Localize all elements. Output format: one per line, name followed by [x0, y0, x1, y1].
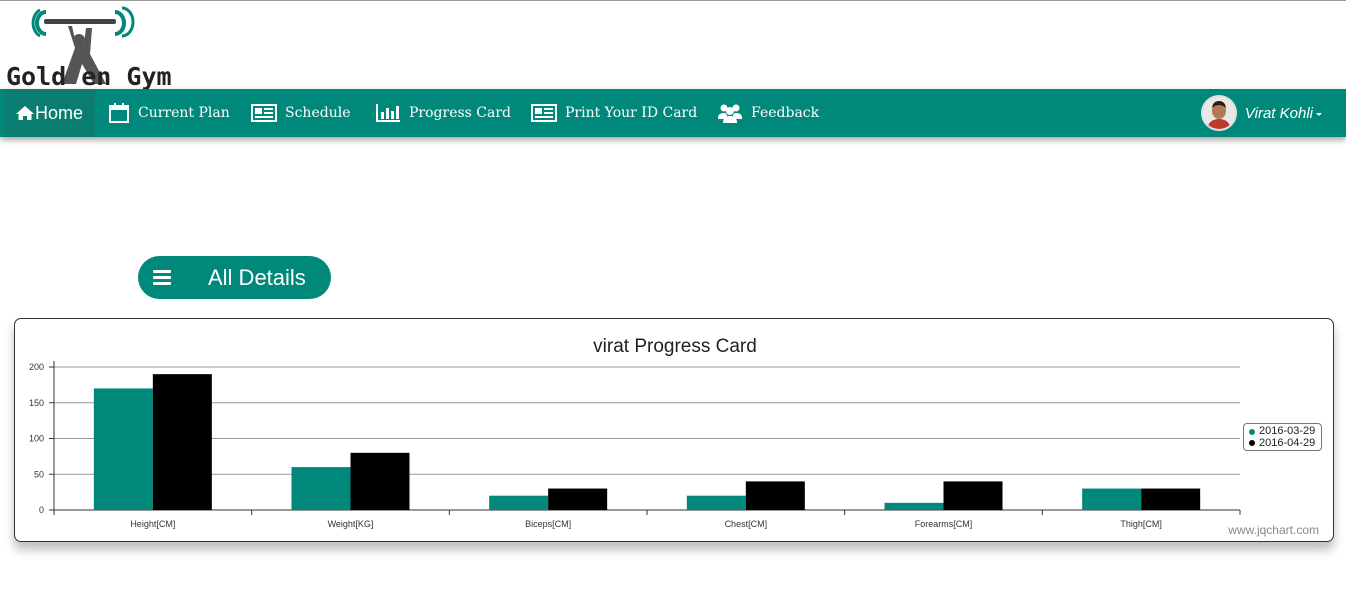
- users-icon: [718, 104, 742, 123]
- bar-2016-03-29-Forearms[CM]: [884, 502, 944, 510]
- all-details-label: All Details: [208, 265, 306, 290]
- home-icon: [16, 106, 34, 120]
- id-card-icon: [531, 104, 557, 122]
- progress-bar-chart: 0 50 100 150 200 Height[CM] Weight[KG] Biceps[C…: [29, 361, 1241, 529]
- nav-feedback[interactable]: Feedback: [717, 89, 819, 137]
- nav-progress-card[interactable]: Progress Card: [375, 89, 511, 137]
- main-navbar: Home Current Plan Schedule Progress Card…: [0, 89, 1346, 137]
- chart-legend: 2016-03-29 2016-04-29: [1243, 423, 1322, 451]
- bar-2016-04-29-Weight[KG]: [350, 452, 410, 510]
- x-tick-label: Chest[CM]: [725, 519, 768, 529]
- legend-marker: [1249, 428, 1255, 435]
- legend-label: 2016-04-29: [1259, 436, 1316, 449]
- nav-progress-card-label: Progress Card: [409, 105, 512, 121]
- nav-print-id-card-label: Print Your ID Card: [565, 105, 698, 121]
- chart-watermark[interactable]: www.jqchart.com: [1228, 523, 1319, 537]
- y-tick-label: 0: [39, 505, 44, 515]
- nav-schedule[interactable]: Schedule: [251, 89, 350, 137]
- bar-2016-03-29-Height[CM]: [93, 388, 153, 510]
- bar-chart-icon: [376, 104, 400, 122]
- menu-icon: [153, 270, 171, 286]
- bar-2016-04-29-Chest[CM]: [745, 481, 805, 510]
- y-tick-label: 100: [29, 434, 44, 444]
- user-name: Virat Kohli: [1244, 104, 1313, 122]
- nav-current-plan[interactable]: Current Plan: [108, 89, 230, 137]
- nav-print-id-card[interactable]: Print Your ID Card: [531, 89, 697, 137]
- top-border: [0, 0, 1346, 1]
- brand-logo[interactable]: Gold en Gym: [2, 4, 212, 91]
- bar-2016-04-29-Height[CM]: [152, 374, 212, 510]
- x-tick-label: Height[CM]: [130, 519, 175, 529]
- newspaper-icon: [251, 104, 277, 122]
- bar-2016-03-29-Biceps[CM]: [489, 495, 549, 510]
- progress-chart-card: virat Progress Card 0 50 100 150 200 Height[C…: [14, 318, 1334, 542]
- bar-2016-03-29-Weight[KG]: [291, 467, 351, 510]
- legend-item: 2016-03-29: [1249, 425, 1321, 438]
- nav-schedule-label: Schedule: [285, 105, 351, 121]
- legend-marker: [1249, 440, 1255, 447]
- all-details-button[interactable]: All Details: [138, 256, 331, 299]
- y-tick-label: 200: [29, 362, 44, 372]
- nav-home-label: Home: [35, 102, 84, 123]
- y-tick-label: 50: [34, 469, 44, 479]
- brand-name: Gold en Gym: [6, 62, 172, 91]
- y-tick-label: 150: [29, 398, 44, 408]
- calendar-icon: [109, 103, 129, 123]
- nav-feedback-label: Feedback: [751, 105, 820, 121]
- bar-2016-04-29-Forearms[CM]: [943, 481, 1003, 510]
- nav-home[interactable]: Home: [4, 89, 95, 137]
- x-tick-label: Forearms[CM]: [915, 519, 973, 529]
- legend-label: 2016-03-29: [1259, 425, 1316, 437]
- bar-2016-04-29-Biceps[CM]: [548, 488, 608, 510]
- x-tick-label: Thigh[CM]: [1120, 519, 1162, 529]
- x-tick-label: Weight[KG]: [328, 519, 374, 529]
- chevron-down-icon: [1316, 112, 1322, 116]
- avatar: [1200, 95, 1237, 131]
- nav-current-plan-label: Current Plan: [138, 105, 230, 121]
- x-tick-label: Biceps[CM]: [525, 519, 571, 529]
- legend-item: 2016-04-29: [1249, 436, 1321, 450]
- user-avatar-icon: [1202, 97, 1235, 129]
- bar-2016-03-29-Chest[CM]: [686, 495, 746, 510]
- bar-2016-04-29-Thigh[CM]: [1141, 488, 1201, 510]
- user-menu[interactable]: Virat Kohli: [1200, 89, 1322, 137]
- bar-2016-03-29-Thigh[CM]: [1082, 488, 1142, 510]
